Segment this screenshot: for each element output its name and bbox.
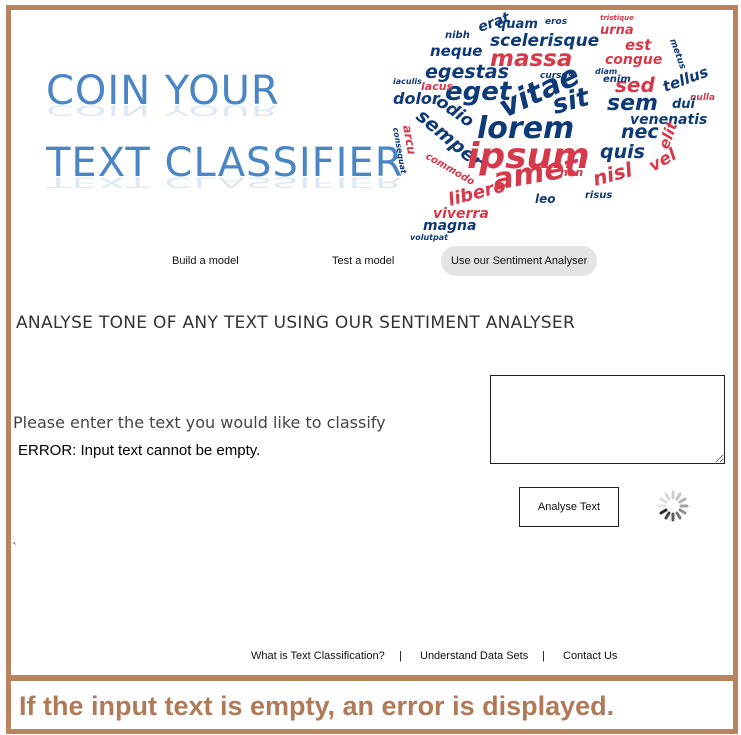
logo-line-1-reflection: COIN YOUR	[46, 101, 280, 118]
cloud-word: metus	[667, 38, 687, 72]
nav-test-model[interactable]: Test a model	[332, 246, 394, 276]
stray-character: `	[12, 541, 18, 555]
main-nav: Build a model Test a model Use our Senti…	[0, 246, 741, 276]
text-input-area[interactable]	[490, 375, 725, 464]
caption-text: If the input text is empty, an error is …	[19, 691, 615, 721]
cloud-word: non	[560, 166, 583, 179]
cloud-word: enim	[603, 74, 631, 85]
cloud-word: congue	[605, 52, 662, 68]
cloud-word: nibh	[445, 30, 470, 41]
caption-box: If the input text is empty, an error is …	[6, 676, 738, 734]
cloud-word: dui	[672, 97, 696, 112]
nav-build-model[interactable]: Build a model	[172, 246, 239, 276]
cloud-word: volutpat	[410, 233, 449, 242]
cloud-word: iaculis	[393, 77, 422, 86]
loading-spinner-icon	[657, 490, 689, 522]
analyse-text-button[interactable]: Analyse Text	[519, 487, 619, 527]
input-prompt-label: Please enter the text you would like to …	[13, 413, 386, 432]
nav-sentiment-analyser[interactable]: Use our Sentiment Analyser	[441, 246, 598, 276]
footer-links: What is Text Classification? | Understan…	[0, 650, 741, 666]
footer-separator: |	[542, 650, 545, 662]
cloud-word: leo	[535, 192, 556, 206]
page-heading: ANALYSE TONE OF ANY TEXT USING OUR SENTI…	[16, 313, 576, 333]
footer-link-what-is-text-classification[interactable]: What is Text Classification?	[251, 650, 385, 662]
word-cloud-image: quam erat eros tristique urna nibh scele…	[391, 9, 715, 242]
cloud-word: vel	[646, 144, 682, 176]
error-message: ERROR: Input text cannot be empty.	[18, 442, 261, 459]
cloud-word: risus	[585, 190, 612, 201]
cloud-word: nisl	[590, 157, 636, 191]
cloud-word: tristique	[600, 14, 634, 22]
footer-link-contact-us[interactable]: Contact Us	[563, 650, 617, 662]
logo-line-2-reflection: TEXT CLASSIFIER	[46, 173, 404, 190]
cloud-word: magna	[423, 218, 476, 234]
footer-separator: |	[399, 650, 402, 662]
cloud-word: lacus	[421, 80, 454, 93]
footer-link-understand-data-sets[interactable]: Understand Data Sets	[420, 650, 528, 662]
cloud-word: eros	[545, 17, 568, 27]
cloud-word: neque	[430, 42, 482, 60]
cloud-word: nec	[621, 121, 659, 143]
